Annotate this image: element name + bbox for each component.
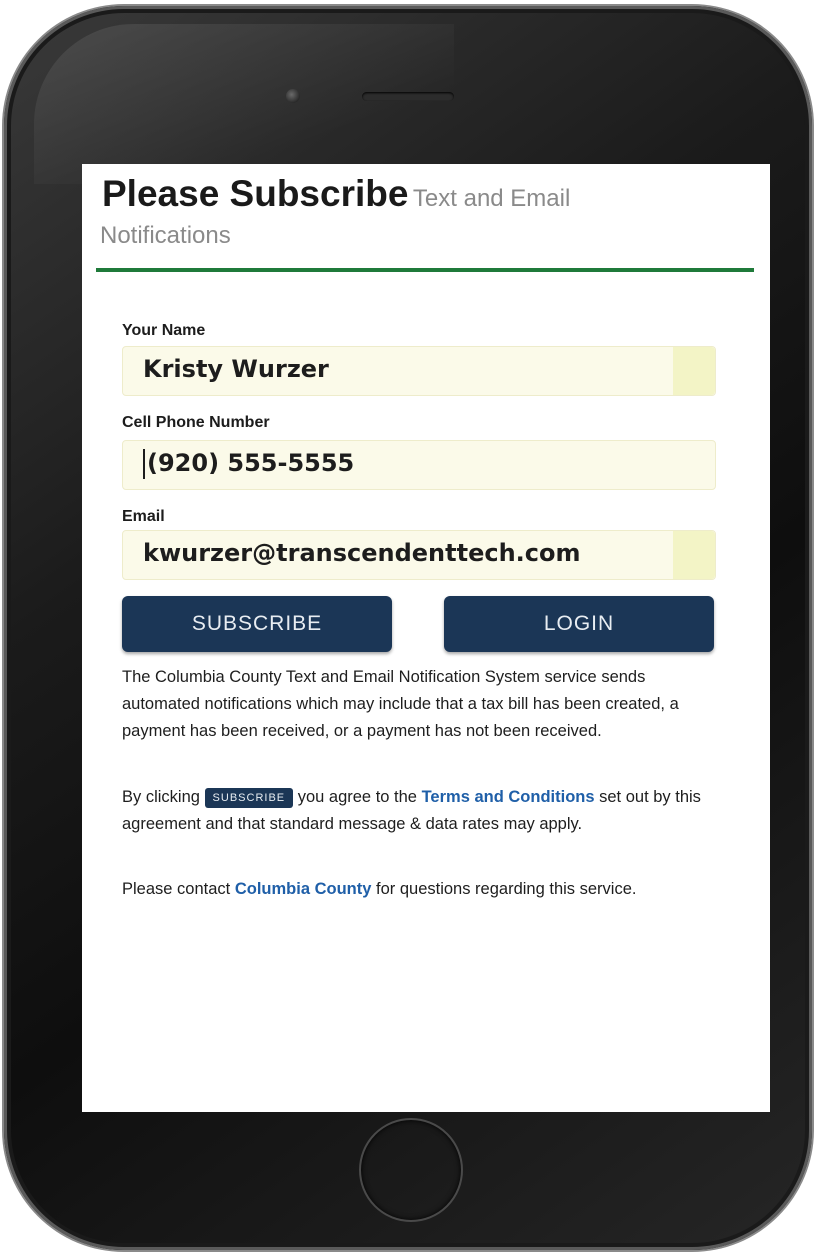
page-subtitle: Notifications [100, 222, 231, 249]
email-field[interactable]: kwurzer@transcendenttech.com [122, 530, 716, 580]
text-cursor [143, 449, 145, 479]
phone-field-content: (920) 555-5555 [143, 449, 354, 479]
front-camera [286, 89, 300, 103]
page-title-main: Please Subscribe [102, 173, 409, 214]
contact-notice: Please contact Columbia County for quest… [122, 876, 722, 903]
name-field-value: Kristy Wurzer [143, 355, 329, 383]
email-field-autofill-icon [673, 531, 715, 579]
phone-field-value: (920) 555-5555 [147, 449, 355, 477]
inline-subscribe-badge: SUBSCRIBE [204, 787, 294, 808]
service-description: The Columbia County Text and Email Notif… [122, 668, 679, 740]
name-label: Your Name [122, 322, 206, 339]
home-button[interactable] [359, 1118, 463, 1222]
email-label: Email [122, 508, 165, 525]
page-title: Please Subscribe Text and Email [102, 168, 762, 220]
contact-text-1: Please contact [122, 880, 231, 898]
email-field-value: kwurzer@transcendenttech.com [143, 539, 581, 567]
phone-field[interactable]: (920) 555-5555 [122, 440, 716, 490]
header-divider [96, 268, 754, 272]
terms-link[interactable]: Terms and Conditions [422, 788, 595, 806]
phone-screen: Please Subscribe Text and Email Notifica… [82, 164, 770, 1112]
earpiece-speaker [362, 92, 454, 101]
name-field[interactable]: Kristy Wurzer [122, 346, 716, 396]
phone-label: Cell Phone Number [122, 414, 270, 431]
terms-notice: By clicking SUBSCRIBE you agree to the T… [122, 784, 722, 838]
columbia-county-link[interactable]: Columbia County [235, 880, 372, 898]
name-field-autofill-icon [673, 347, 715, 395]
terms-text-2: you agree to the [297, 788, 417, 806]
page-title-secondary: Text and Email [412, 185, 571, 212]
contact-text-2: for questions regarding this service. [376, 880, 637, 898]
subscribe-button[interactable]: SUBSCRIBE [122, 596, 392, 652]
phone-frame: Please Subscribe Text and Email Notifica… [4, 6, 812, 1250]
terms-text-1: By clicking [122, 788, 200, 806]
phone-glare [34, 24, 454, 184]
login-button[interactable]: LOGIN [444, 596, 714, 652]
